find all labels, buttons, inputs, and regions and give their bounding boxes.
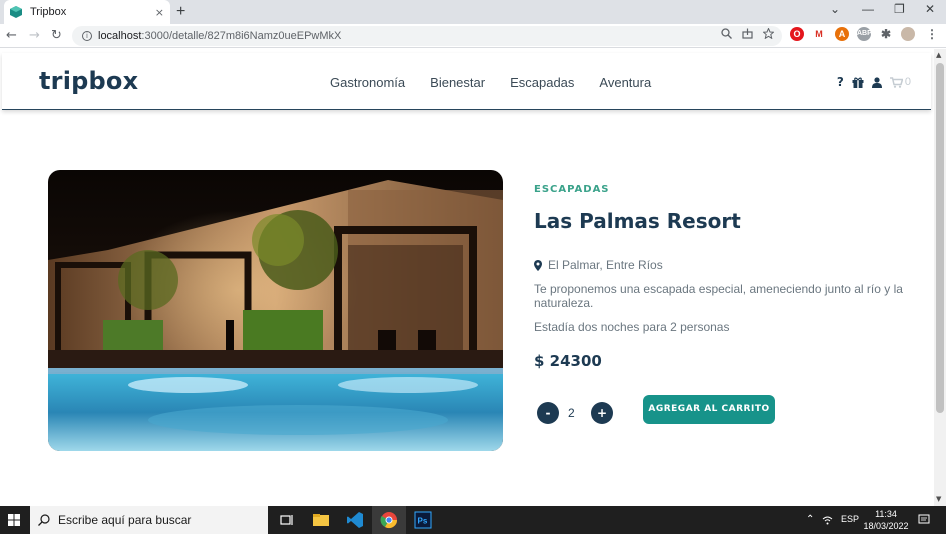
location-text: El Palmar, Entre Ríos [548, 258, 663, 272]
product-category: ESCAPADAS [534, 184, 610, 195]
extension-badge-icon[interactable]: A [835, 27, 849, 41]
opera-extension-icon[interactable]: O [790, 27, 804, 41]
browser-menu-icon[interactable]: ⋮ [925, 27, 939, 41]
close-window-button[interactable]: ✕ [925, 2, 935, 16]
main-nav: Gastronomía Bienestar Escapadas Aventura [330, 75, 651, 90]
windows-start-icon[interactable] [8, 514, 20, 526]
extensions-puzzle-icon[interactable]: ✱ [879, 27, 893, 41]
tab-strip: Tripbox × + ⌄ — ❐ ✕ [0, 0, 946, 24]
nav-escapadas[interactable]: Escapadas [510, 75, 574, 90]
tab-close-icon[interactable]: × [155, 6, 164, 19]
url-text[interactable]: localhost:3000/detalle/827m8i6Namz0ueEPw… [98, 30, 341, 42]
tray-chevron-icon[interactable]: ⌃ [806, 514, 814, 525]
notifications-icon[interactable] [918, 514, 930, 526]
nav-bienestar[interactable]: Bienestar [430, 75, 485, 90]
increase-quantity-button[interactable]: + [591, 402, 613, 424]
wifi-icon[interactable] [822, 515, 833, 525]
cart-count-badge: 0 [904, 76, 911, 88]
help-icon[interactable]: ? [837, 75, 844, 89]
page-content: tripbox Gastronomía Bienestar Escapadas … [0, 49, 934, 506]
reload-icon[interactable]: ↻ [51, 28, 62, 43]
profile-avatar[interactable] [901, 27, 915, 41]
location-pin-icon [534, 259, 542, 271]
system-clock[interactable]: 11:34 18/03/2022 [860, 508, 912, 532]
nav-aventura[interactable]: Aventura [599, 75, 651, 90]
header-icons: ? 0 [837, 75, 911, 89]
tab-search-icon[interactable]: ⌄ [830, 2, 840, 16]
share-icon[interactable] [742, 28, 753, 39]
gmail-extension-icon[interactable]: M [812, 27, 826, 41]
abp-extension-icon[interactable]: ABP [857, 27, 872, 41]
browser-window: Tripbox × + ⌄ — ❐ ✕ ← → ↻ i localhost:30… [0, 0, 946, 506]
forward-icon[interactable]: → [29, 28, 40, 43]
minimize-button[interactable]: — [862, 2, 874, 16]
tab-title: Tripbox [30, 6, 67, 18]
logo[interactable]: tripbox [39, 67, 138, 95]
scroll-down-icon[interactable]: ▼ [936, 495, 941, 503]
decrease-quantity-button[interactable]: - [537, 402, 559, 424]
page-scrollbar[interactable]: ▲ ▼ [934, 49, 946, 506]
product-title: Las Palmas Resort [534, 209, 741, 233]
task-view-icon[interactable] [278, 511, 296, 529]
chrome-taskbar-active[interactable] [372, 506, 406, 534]
gift-icon[interactable] [852, 77, 864, 88]
photoshop-icon[interactable]: Ps [414, 511, 432, 529]
maximize-button[interactable]: ❐ [894, 2, 905, 16]
product-location: El Palmar, Entre Ríos [534, 258, 663, 272]
taskbar-search-placeholder: Escribe aquí para buscar [58, 513, 192, 527]
chrome-icon [380, 512, 398, 529]
product-price: $ 24300 [534, 352, 602, 370]
scroll-up-icon[interactable]: ▲ [936, 51, 941, 59]
search-icon [38, 514, 50, 526]
scrollbar-thumb[interactable] [936, 63, 944, 413]
product-stay-info: Estadía dos noches para 2 personas [534, 320, 730, 334]
quantity-value: 2 [568, 406, 575, 420]
clock-date: 18/03/2022 [863, 521, 909, 531]
taskbar: Escribe aquí para buscar Ps ⌃ ESP 11:34 … [0, 506, 946, 534]
tripbox-favicon-icon [10, 6, 22, 18]
vscode-icon[interactable] [346, 511, 364, 529]
user-icon[interactable] [871, 76, 882, 88]
add-to-cart-button[interactable]: AGREGAR AL CARRITO [643, 395, 775, 424]
back-icon[interactable]: ← [6, 28, 17, 43]
taskbar-search[interactable]: Escribe aquí para buscar [30, 506, 268, 534]
cart-icon[interactable] [889, 76, 903, 88]
svg-text:Ps: Ps [418, 517, 428, 526]
browser-toolbar: ← → ↻ i localhost:3000/detalle/827m8i6Na… [0, 24, 946, 48]
address-bar[interactable]: i localhost:3000/detalle/827m8i6Namz0ueE… [72, 26, 782, 46]
nav-gastronomia[interactable]: Gastronomía [330, 75, 405, 90]
site-info-icon[interactable]: i [82, 31, 92, 41]
site-header: tripbox Gastronomía Bienestar Escapadas … [2, 53, 931, 110]
tab-tripbox[interactable]: Tripbox × [4, 0, 170, 24]
zoom-icon[interactable] [721, 28, 732, 39]
bookmark-star-icon[interactable] [763, 28, 774, 39]
product-description: Te proponemos una escapada especial, ame… [534, 282, 903, 310]
language-indicator[interactable]: ESP [841, 514, 859, 524]
new-tab-button[interactable]: + [176, 3, 185, 21]
clock-time: 11:34 [875, 509, 897, 519]
resort-photo [48, 170, 503, 451]
file-explorer-icon[interactable] [312, 511, 330, 529]
